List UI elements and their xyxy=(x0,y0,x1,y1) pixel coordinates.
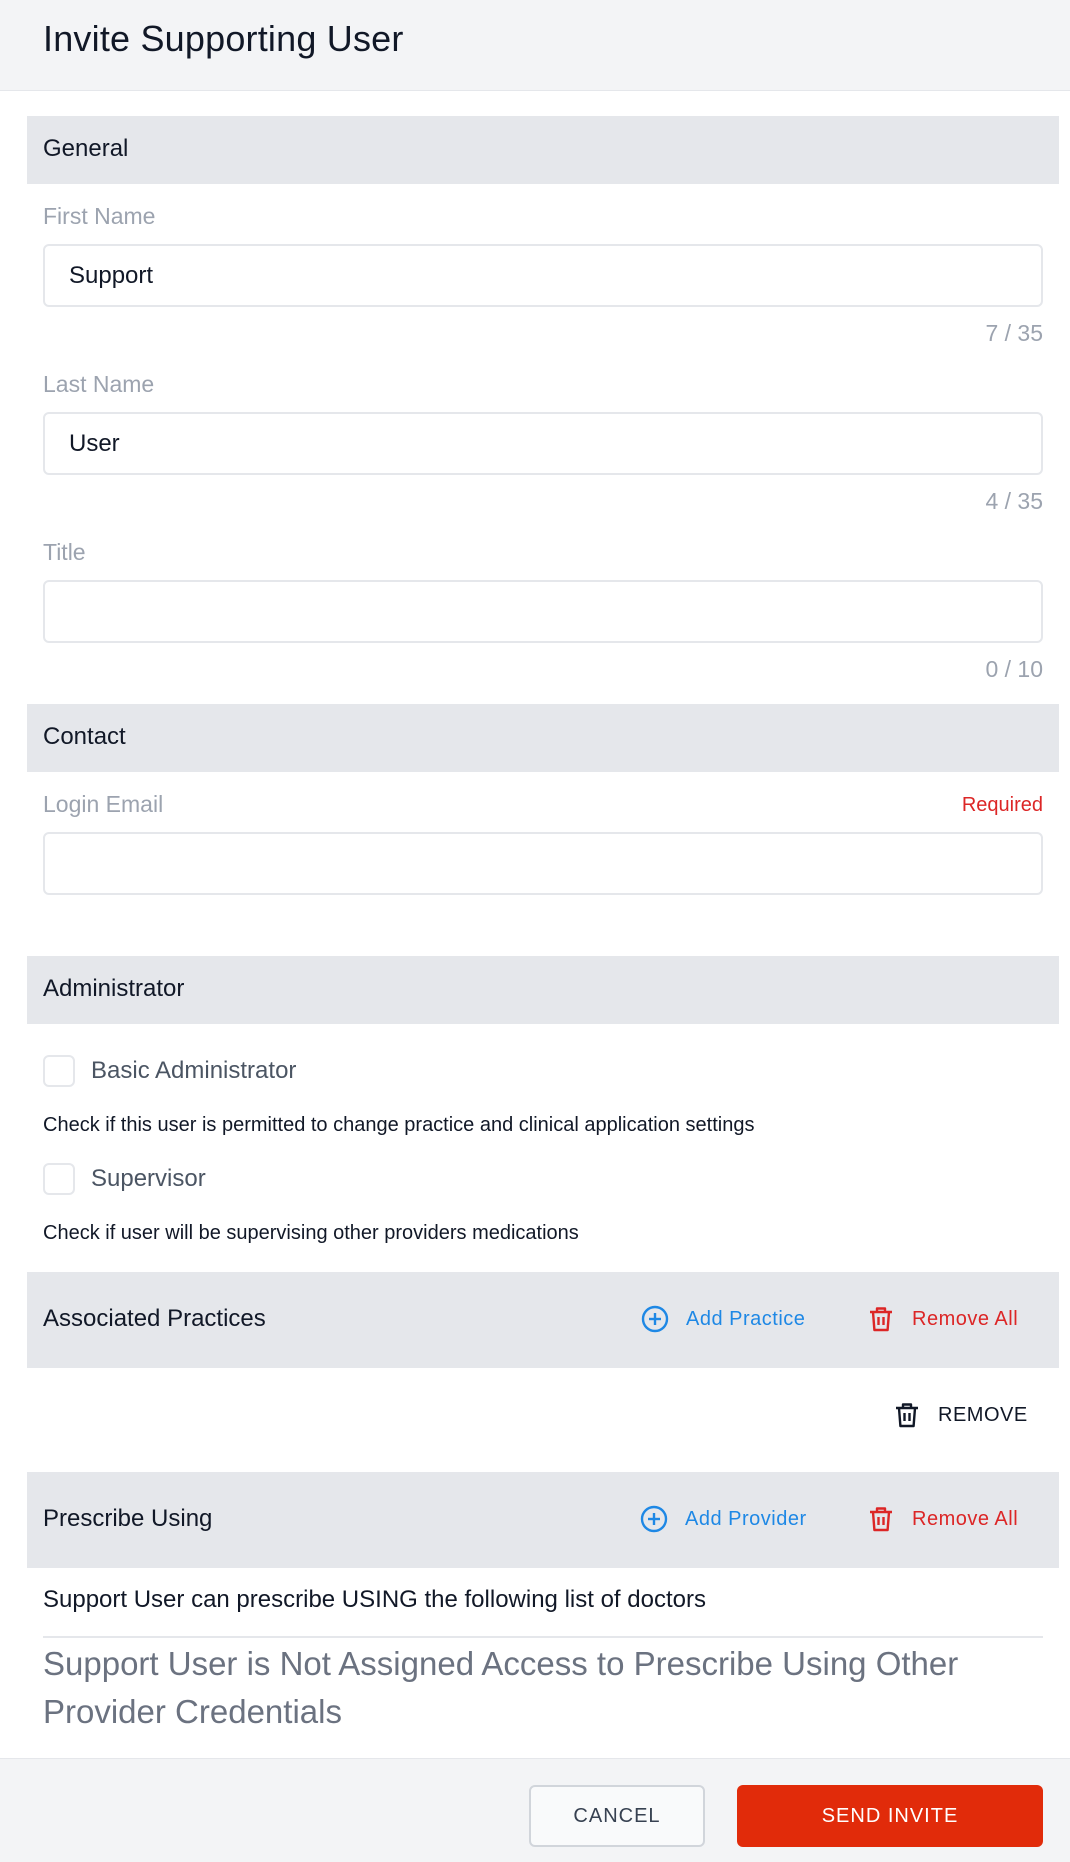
last-name-label: Last Name xyxy=(43,371,155,397)
title-label: Title xyxy=(43,539,86,565)
supervisor-option[interactable]: Supervisor xyxy=(43,1163,206,1195)
remove-all-providers-label: Remove All xyxy=(912,1507,1019,1530)
title-input[interactable] xyxy=(43,580,1043,643)
supervisor-help: Check if user will be supervising other … xyxy=(43,1222,579,1244)
add-practice-button[interactable]: Add Practice xyxy=(640,1304,805,1334)
associated-practices-title: Associated Practices xyxy=(43,1305,266,1332)
basic-administrator-help: Check if this user is permitted to chang… xyxy=(43,1114,755,1136)
plus-circle-icon xyxy=(640,1304,670,1334)
login-email-input[interactable] xyxy=(43,832,1043,895)
send-invite-button[interactable]: SEND INVITE xyxy=(737,1785,1043,1847)
remove-all-practices-button[interactable]: Remove All xyxy=(866,1304,1018,1334)
prescribe-description: Support User can prescribe USING the fol… xyxy=(43,1586,706,1613)
first-name-input[interactable] xyxy=(43,244,1043,307)
remove-practice-label: REMOVE xyxy=(938,1403,1028,1426)
general-section-header: General xyxy=(27,116,1059,184)
add-provider-label: Add Provider xyxy=(685,1507,807,1530)
cancel-button[interactable]: CANCEL xyxy=(529,1785,705,1847)
title-counter: 0 / 10 xyxy=(985,656,1043,682)
remove-all-providers-button[interactable]: Remove All xyxy=(866,1504,1018,1534)
basic-administrator-option[interactable]: Basic Administrator xyxy=(43,1055,296,1087)
last-name-counter: 4 / 35 xyxy=(985,488,1043,514)
trash-icon xyxy=(866,1304,896,1334)
supervisor-label: Supervisor xyxy=(91,1165,206,1192)
add-practice-label: Add Practice xyxy=(686,1307,806,1330)
first-name-label: First Name xyxy=(43,203,156,229)
login-email-required-badge: Required xyxy=(961,794,1043,816)
basic-administrator-label: Basic Administrator xyxy=(91,1057,297,1084)
login-email-label: Login Email xyxy=(43,791,164,817)
prescribe-using-title: Prescribe Using xyxy=(43,1505,213,1532)
supervisor-checkbox[interactable] xyxy=(43,1163,75,1195)
remove-all-practices-label: Remove All xyxy=(912,1307,1019,1330)
administrator-section-header: Administrator xyxy=(27,956,1059,1024)
dialog-title: Invite Supporting User xyxy=(43,18,404,59)
last-name-input[interactable] xyxy=(43,412,1043,475)
first-name-counter: 7 / 35 xyxy=(985,320,1043,346)
basic-administrator-checkbox[interactable] xyxy=(43,1055,75,1087)
trash-icon xyxy=(866,1504,896,1534)
remove-practice-button[interactable]: REMOVE xyxy=(892,1400,1028,1430)
contact-section-title: Contact xyxy=(43,723,126,750)
administrator-section-title: Administrator xyxy=(43,975,185,1002)
add-provider-button[interactable]: Add Provider xyxy=(639,1504,807,1534)
prescribe-empty-message: Support User is Not Assigned Access to P… xyxy=(43,1645,959,1730)
plus-circle-icon xyxy=(639,1504,669,1534)
contact-section-header: Contact xyxy=(27,704,1059,772)
dialog-footer: CANCEL SEND INVITE xyxy=(0,1758,1070,1862)
general-section-title: General xyxy=(43,135,129,162)
trash-icon xyxy=(892,1400,922,1430)
dialog-header: Invite Supporting User xyxy=(0,0,1070,91)
